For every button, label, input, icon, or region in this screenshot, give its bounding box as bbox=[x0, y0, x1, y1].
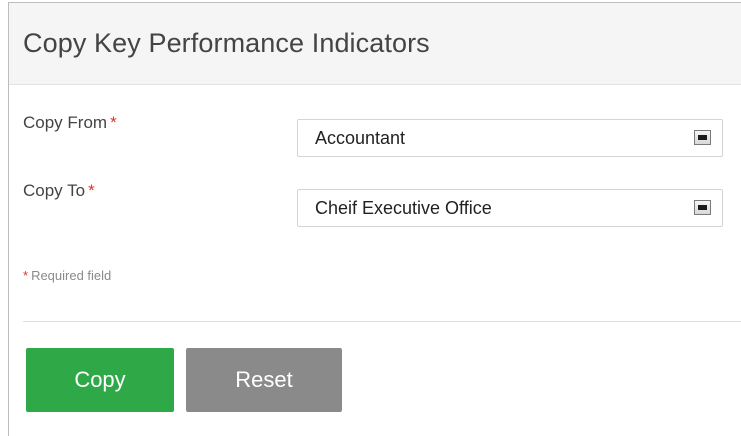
required-asterisk: * bbox=[110, 113, 117, 132]
copy-from-label-text: Copy From bbox=[23, 113, 108, 132]
copy-to-select[interactable]: Cheif Executive Office bbox=[297, 189, 723, 227]
required-field-text: Required field bbox=[31, 268, 112, 283]
copy-from-label: Copy From * bbox=[23, 113, 117, 133]
required-field-note: * Required field bbox=[23, 268, 111, 283]
required-asterisk: * bbox=[23, 268, 29, 283]
panel-header: Copy Key Performance Indicators bbox=[9, 3, 741, 85]
copy-from-selected-value: Accountant bbox=[315, 127, 406, 148]
copy-to-label-text: Copy To bbox=[23, 181, 86, 200]
copy-kpi-panel: Copy Key Performance Indicators Copy Fro… bbox=[8, 2, 741, 436]
divider bbox=[23, 321, 741, 322]
copy-from-select[interactable]: Accountant bbox=[297, 119, 723, 157]
required-asterisk: * bbox=[88, 181, 95, 200]
copy-to-label: Copy To * bbox=[23, 181, 95, 201]
copy-button[interactable]: Copy bbox=[26, 348, 174, 412]
chevron-down-icon[interactable] bbox=[694, 200, 711, 215]
copy-to-selected-value: Cheif Executive Office bbox=[315, 197, 492, 218]
chevron-down-icon[interactable] bbox=[694, 130, 711, 145]
page-title: Copy Key Performance Indicators bbox=[23, 28, 430, 58]
reset-button[interactable]: Reset bbox=[186, 348, 342, 412]
